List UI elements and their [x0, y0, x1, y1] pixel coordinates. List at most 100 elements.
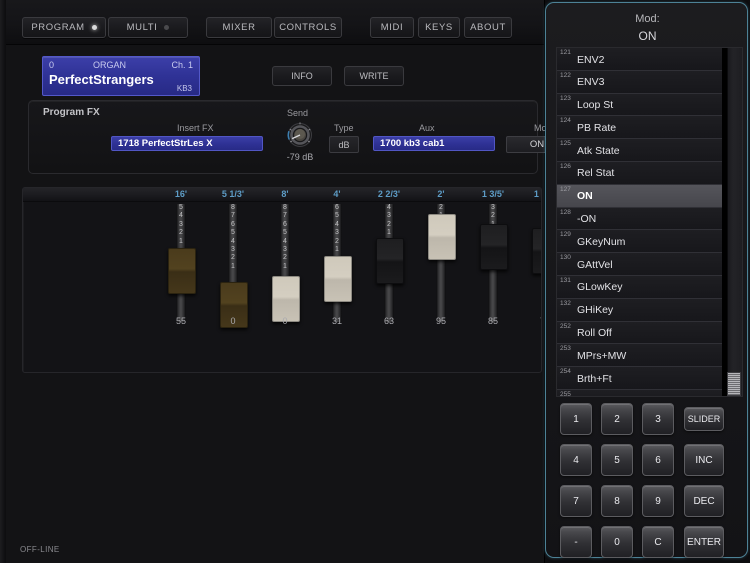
list-item[interactable]: 132GHiKey — [557, 299, 722, 322]
tab-midi[interactable]: MIDI — [370, 17, 414, 38]
drawbar-column: 8'876543210 — [259, 188, 311, 372]
tab-mixer[interactable]: MIXER — [206, 17, 272, 38]
list-item[interactable]: 122ENV3 — [557, 71, 722, 94]
keypad-key-1[interactable]: 1 — [560, 403, 592, 435]
keypad-key-2[interactable]: 2 — [601, 403, 633, 435]
numeric-keypad: 123456789-0CSLIDERINCDECENTER — [560, 403, 736, 548]
list-item[interactable]: 131GLowKey — [557, 276, 722, 299]
drawbar-handle[interactable] — [376, 238, 404, 284]
drawbar-column: 16'5432155 — [155, 188, 207, 372]
list-item[interactable]: 130GAttVel — [557, 253, 722, 276]
drawbar-scale-digit: 4 — [283, 238, 287, 246]
drawbar-value: 31 — [311, 316, 363, 326]
info-button[interactable]: INFO — [272, 66, 332, 86]
aux-field[interactable]: 1700 kb3 cab1 — [373, 136, 495, 151]
drawbar-column: 1 1/3'32173 — [519, 188, 542, 372]
list-item[interactable]: 123Loop St — [557, 94, 722, 117]
mod-list-scrollbar[interactable] — [727, 48, 742, 396]
keypad-key-0[interactable]: 0 — [601, 526, 633, 558]
drawbar-scale-digit: 4 — [387, 204, 391, 212]
drawbar-handle[interactable] — [168, 248, 196, 294]
enter-button[interactable]: ENTER — [684, 526, 724, 558]
send-knob[interactable] — [285, 120, 315, 150]
aux-label: Aux — [419, 123, 435, 133]
mod-list-scroll-thumb[interactable] — [727, 372, 741, 396]
keypad-key-clear[interactable]: C — [642, 526, 674, 558]
tab-multi[interactable]: MULTI — [108, 17, 188, 38]
drawbar-scale-digit: 6 — [231, 221, 235, 229]
drawbar-scale-digit: 1 — [231, 263, 235, 271]
drawbar-scale-digit: 2 — [283, 254, 287, 262]
list-item[interactable]: 125Atk State — [557, 139, 722, 162]
tab-controls[interactable]: CONTROLS — [274, 17, 342, 38]
program-keyboard: KB3 — [177, 84, 192, 93]
list-item[interactable]: 253MPrs+MW — [557, 344, 722, 367]
drawbar-scale-digit: 2 — [387, 221, 391, 229]
drawbar-scale-digit: 2 — [231, 254, 235, 262]
slider-button[interactable]: SLIDER — [684, 407, 724, 431]
drawbar-scale-digit: 3 — [231, 246, 235, 254]
list-item-index: 124 — [560, 117, 571, 124]
drawbar-scale-digit: 1 — [283, 263, 287, 271]
drawbar-scale-digit: 3 — [491, 204, 495, 212]
keypad-key-7[interactable]: 7 — [560, 485, 592, 517]
keypad-key-4[interactable]: 4 — [560, 444, 592, 476]
drawbar-handle[interactable] — [324, 256, 352, 302]
program-led-icon — [92, 25, 97, 30]
drawbar-scale-digit: 3 — [283, 246, 287, 254]
drawbar-column: 4'65432131 — [311, 188, 363, 372]
keypad-key-6[interactable]: 6 — [642, 444, 674, 476]
multi-led-icon — [164, 25, 169, 30]
list-item-index: 253 — [560, 345, 571, 352]
keypad-key-8[interactable]: 8 — [601, 485, 633, 517]
mod-list[interactable]: 121ENV2122ENV3123Loop St124PB Rate125Atk… — [556, 47, 743, 397]
list-item[interactable]: 129GKeyNum — [557, 230, 722, 253]
drawbar-value: 0 — [259, 316, 311, 326]
drawbar-value: 0 — [207, 316, 259, 326]
list-item-label: Rel Stat — [577, 167, 614, 179]
inc-button[interactable]: INC — [684, 444, 724, 476]
drawbar-scale-digit: 2 — [491, 212, 495, 220]
keypad-key-5[interactable]: 5 — [601, 444, 633, 476]
list-item[interactable]: 126Rel Stat — [557, 162, 722, 185]
drawbar-scale-digit: 2 — [335, 238, 339, 246]
drawbar-handle[interactable] — [428, 214, 456, 260]
type-field[interactable]: dB — [329, 136, 359, 153]
drawbar-handle[interactable] — [480, 224, 508, 270]
tab-keys[interactable]: KEYS — [418, 17, 460, 38]
list-item[interactable]: 252Roll Off — [557, 322, 722, 345]
tab-about[interactable]: ABOUT — [464, 17, 512, 38]
drawbar-handle[interactable] — [532, 228, 542, 274]
list-item-index: 127 — [560, 186, 571, 193]
drawbar-column: 5 1/3'876543210 — [207, 188, 259, 372]
drawbar-value: 95 — [415, 316, 467, 326]
list-item[interactable]: 127ON — [557, 185, 722, 208]
drawbar-scale-digit: 7 — [283, 212, 287, 220]
main-panel: PROGRAM MULTI MIXER CONTROLS MIDI KEYS A… — [0, 0, 545, 563]
drawbar-scale-digit: 2 — [179, 229, 183, 237]
list-item[interactable]: 124PB Rate — [557, 116, 722, 139]
drawbar-column: 2'2195 — [415, 188, 467, 372]
drawbar-column: 1 3/5'32185 — [467, 188, 519, 372]
list-item[interactable]: 255Soft Pd+ MW — [557, 390, 722, 397]
keypad-key-minus[interactable]: - — [560, 526, 592, 558]
list-item[interactable]: 121ENV2 — [557, 48, 722, 71]
write-button[interactable]: WRITE — [344, 66, 404, 86]
tab-program[interactable]: PROGRAM — [22, 17, 106, 38]
insert-fx-field[interactable]: 1718 PerfectStrLes X — [111, 136, 263, 151]
dec-button[interactable]: DEC — [684, 485, 724, 517]
mod-panel-title: Mod: — [546, 13, 749, 25]
list-item-index: 125 — [560, 140, 571, 147]
program-display[interactable]: 0 ORGAN Ch. 1 PerfectStrangers KB3 — [42, 56, 200, 96]
list-item-index: 129 — [560, 231, 571, 238]
list-item[interactable]: 254Brth+Ft — [557, 367, 722, 390]
list-item[interactable]: 128-ON — [557, 208, 722, 231]
list-item-label: -ON — [577, 213, 596, 225]
list-item-label: Brth+Ft — [577, 373, 612, 385]
keypad-key-9[interactable]: 9 — [642, 485, 674, 517]
drawbar-value: 85 — [467, 316, 519, 326]
list-item-label: GHiKey — [577, 304, 613, 316]
keypad-key-3[interactable]: 3 — [642, 403, 674, 435]
drawbar-value: 55 — [155, 316, 207, 326]
drawbar-column: 2 2/3'432163 — [363, 188, 415, 372]
